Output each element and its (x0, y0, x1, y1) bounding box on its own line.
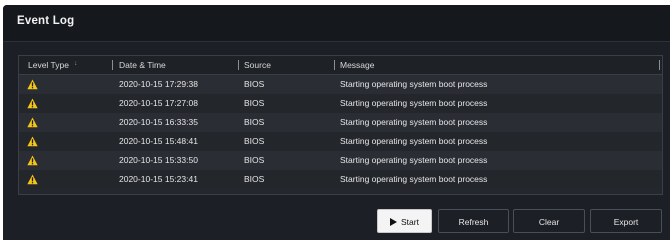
window-title: Event Log (17, 15, 75, 27)
column-header-message[interactable]: Message (340, 56, 375, 74)
cell-date-time: 2020-10-15 17:27:08 (119, 98, 198, 108)
clear-button-label: Clear (538, 217, 560, 227)
column-header-date-time[interactable]: Date & Time (119, 56, 166, 74)
cell-message: Starting operating system boot process (340, 155, 488, 165)
column-separator[interactable] (659, 60, 660, 70)
cell-date-time: 2020-10-15 15:48:41 (119, 136, 198, 146)
cell-source: BIOS (244, 79, 265, 89)
cell-date-time: 2020-10-15 17:29:38 (119, 79, 198, 89)
cell-source: BIOS (244, 155, 265, 165)
table-row[interactable]: 2020-10-15 15:33:50 BIOS Starting operatin… (19, 151, 662, 170)
table-row[interactable]: 2020-10-15 17:29:38 BIOS Starting operatin… (19, 75, 662, 94)
warning-icon (27, 174, 38, 185)
cell-source: BIOS (244, 98, 265, 108)
start-button-label: Start (401, 217, 419, 227)
cell-message: Starting operating system boot process (340, 117, 488, 127)
export-button-label: Export (613, 217, 639, 227)
cell-date-time: 2020-10-15 15:23:41 (119, 174, 198, 184)
start-button[interactable]: Start (377, 209, 432, 233)
column-header-level-type[interactable]: Level Type (28, 56, 69, 74)
cell-date-time: 2020-10-15 16:33:35 (119, 117, 198, 127)
column-separator[interactable] (238, 60, 239, 70)
clear-button[interactable]: Clear (513, 209, 585, 233)
table-row[interactable]: 2020-10-15 15:23:41 BIOS Starting operatin… (19, 170, 662, 189)
title-bar: Event Log (3, 5, 670, 42)
warning-icon (27, 136, 38, 147)
warning-icon (27, 98, 38, 109)
cell-source: BIOS (244, 136, 265, 146)
table-row[interactable]: 2020-10-15 15:48:41 BIOS Starting operatin… (19, 132, 662, 151)
event-table: Level Type ↓ Date & Time Source Message … (18, 55, 663, 195)
warning-icon (27, 155, 38, 166)
cell-message: Starting operating system boot process (340, 136, 488, 146)
column-separator[interactable] (334, 60, 335, 70)
table-row[interactable]: 2020-10-15 16:33:35 BIOS Starting operatin… (19, 113, 662, 132)
cell-source: BIOS (244, 117, 265, 127)
cell-source: BIOS (244, 174, 265, 184)
cell-date-time: 2020-10-15 15:33:50 (119, 155, 198, 165)
table-header: Level Type ↓ Date & Time Source Message (19, 56, 662, 75)
refresh-button[interactable]: Refresh (438, 209, 509, 233)
cell-message: Starting operating system boot process (340, 174, 488, 184)
warning-icon (27, 79, 38, 90)
page: Event Log Level Type ↓ Date & Time Sourc… (0, 0, 672, 240)
play-icon (390, 218, 398, 226)
column-header-source[interactable]: Source (244, 56, 271, 74)
sort-arrow-icon[interactable]: ↓ (74, 56, 78, 72)
table-row[interactable]: 2020-10-15 17:27:08 BIOS Starting operatin… (19, 94, 662, 113)
warning-icon (27, 117, 38, 128)
column-separator[interactable] (112, 60, 113, 70)
refresh-button-label: Refresh (458, 217, 489, 227)
cell-message: Starting operating system boot process (340, 98, 488, 108)
event-log-window: Event Log Level Type ↓ Date & Time Sourc… (3, 5, 670, 240)
cell-message: Starting operating system boot process (340, 79, 488, 89)
export-button[interactable]: Export (590, 209, 662, 233)
